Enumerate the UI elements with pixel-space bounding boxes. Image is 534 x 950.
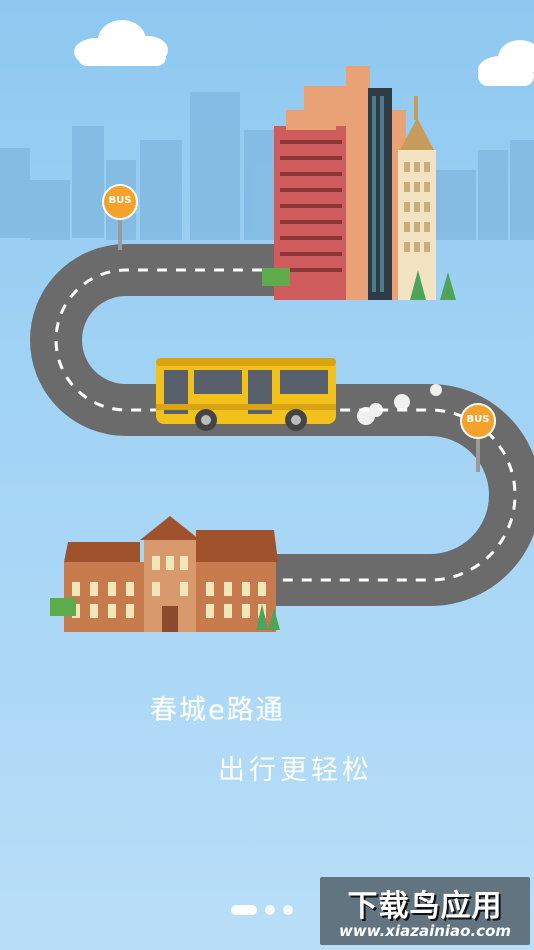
watermark-url: www.xiazainiao.com (338, 922, 512, 940)
school-building (50, 516, 280, 632)
splash-slogan-line2: 出行更轻松 (218, 755, 373, 786)
s-curve-road (30, 244, 534, 606)
cloud-icon (478, 40, 534, 86)
page-dot[interactable] (283, 905, 293, 915)
splash-slogan-line1: 春城e路通 (150, 695, 285, 726)
watermark-logo: 下载鸟应用 www.xiazainiao.com (320, 877, 530, 945)
page-indicator (231, 905, 293, 915)
bus-stop-label: BUS (108, 195, 132, 206)
watermark-title: 下载鸟应用 (347, 889, 503, 924)
cloud-icon (74, 20, 168, 66)
splash-illustration (30, 20, 534, 632)
bus-illustration (156, 358, 336, 431)
bus-stop-label: BUS (466, 414, 490, 425)
page-dot-active[interactable] (231, 905, 257, 915)
skyscraper-group (262, 66, 456, 300)
page-dot[interactable] (265, 905, 275, 915)
